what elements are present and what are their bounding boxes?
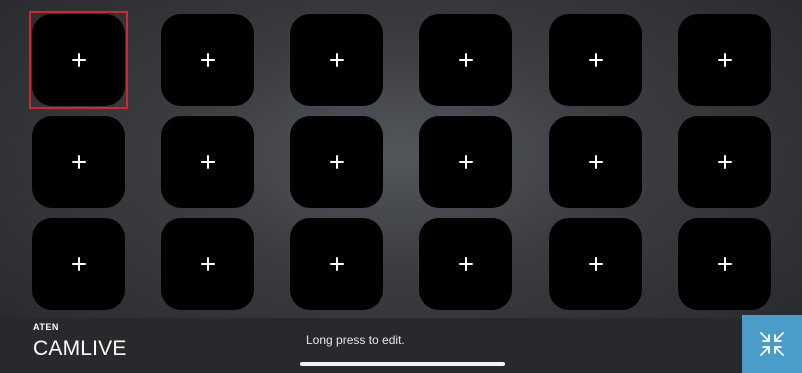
plus-icon: [200, 155, 215, 169]
edit-hint: Long press to edit.: [306, 333, 405, 347]
plus-icon: [71, 155, 86, 169]
shortcut-key-9[interactable]: [290, 116, 383, 208]
plus-icon: [717, 257, 732, 271]
brand-product: CAMLIVE: [33, 337, 127, 360]
shortcut-key-12[interactable]: [678, 116, 771, 208]
shortcut-key-6[interactable]: [678, 14, 771, 106]
camlive-screen: ATEN CAMLIVE Long press to edit.: [0, 0, 802, 373]
shortcut-key-10[interactable]: [419, 116, 512, 208]
plus-icon: [588, 257, 603, 271]
plus-icon: [200, 53, 215, 67]
shortcut-key-14[interactable]: [161, 218, 254, 310]
shortcut-key-15[interactable]: [290, 218, 383, 310]
plus-icon: [588, 53, 603, 67]
shortcut-key-5[interactable]: [549, 14, 642, 106]
plus-icon: [329, 257, 344, 271]
plus-icon: [200, 257, 215, 271]
shortcut-key-8[interactable]: [161, 116, 254, 208]
home-indicator[interactable]: [300, 362, 505, 366]
brand-maker: ATEN: [33, 322, 59, 332]
plus-icon: [588, 155, 603, 169]
shortcut-key-4[interactable]: [419, 14, 512, 106]
shortcut-key-1[interactable]: [29, 11, 128, 109]
plus-icon: [329, 53, 344, 67]
shortcut-grid: [0, 0, 802, 318]
shortcut-key-7[interactable]: [32, 116, 125, 208]
shortcut-key-16[interactable]: [419, 218, 512, 310]
shortcut-key-13[interactable]: [32, 218, 125, 310]
collapse-button[interactable]: [742, 315, 802, 373]
plus-icon: [71, 53, 86, 67]
shortcut-key-11[interactable]: [549, 116, 642, 208]
plus-icon: [458, 53, 473, 67]
collapse-arrows-icon: [760, 332, 784, 356]
plus-icon: [458, 257, 473, 271]
shortcut-key-18[interactable]: [678, 218, 771, 310]
plus-icon: [717, 155, 732, 169]
plus-icon: [71, 257, 86, 271]
shortcut-key-3[interactable]: [290, 14, 383, 106]
shortcut-key-2[interactable]: [161, 14, 254, 106]
aten-camlive-logo: ATEN CAMLIVE: [33, 322, 127, 361]
plus-icon: [717, 53, 732, 67]
plus-icon: [329, 155, 344, 169]
shortcut-key-17[interactable]: [549, 218, 642, 310]
plus-icon: [458, 155, 473, 169]
